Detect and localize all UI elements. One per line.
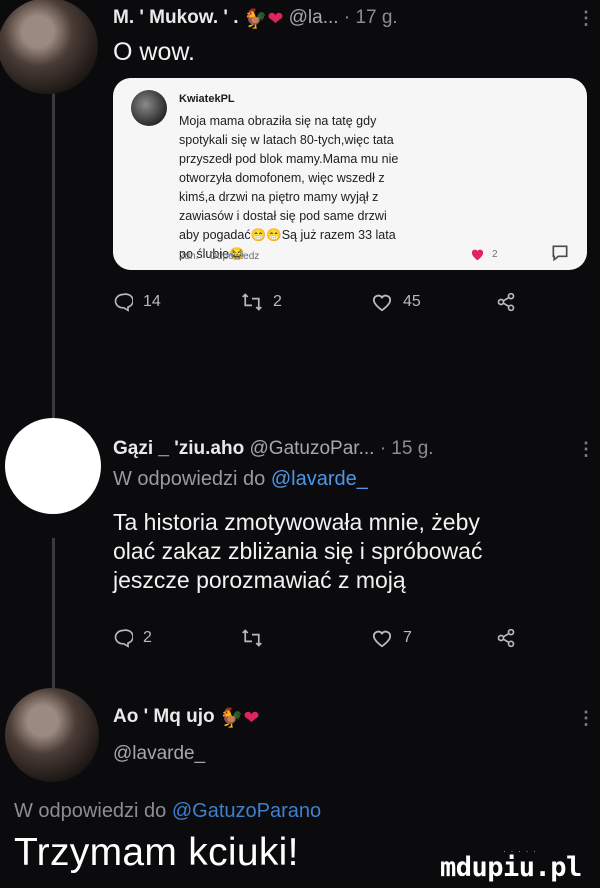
like-action[interactable]: 7 [371,628,496,648]
reply-to-line: W odpowiedzi do @GatuzoParano [14,800,321,823]
retweet-action[interactable] [241,628,371,648]
display-name[interactable]: Gązi _ 'ziu.aho [113,438,244,459]
card-text: Moja mama obraziła się na tatę gdy spoty… [179,112,579,264]
avatar[interactable] [5,688,99,782]
timestamp[interactable]: · 17 g. [344,7,398,28]
more-options-icon[interactable]: ⋮ [577,8,595,29]
share-action[interactable] [496,292,516,312]
text-line: jeszcze porozmawiać z moją [113,567,406,593]
user-handle[interactable]: @la... [289,7,339,28]
card-line: otworzyła domofonem, więc wszedł z [179,171,385,185]
avatar[interactable] [0,0,98,94]
card-line: zawiasów i dostał się pod same drzwi [179,209,387,223]
card-line: aby pogadać😁😁Są już razem 33 lata [179,228,396,242]
card-author-name: KwiatekPL [179,93,235,105]
more-options-icon[interactable]: ⋮ [577,439,595,460]
tweet-text: Ta historia zmotywowała mnie, żeby olać … [113,508,583,595]
reply-count: 14 [143,293,161,310]
tweet-actions: 14 2 45 [113,292,583,312]
retweet-count: 2 [273,293,282,310]
card-like-count: 2 [492,248,498,260]
tweet-header: Gązi _ 'ziu.aho @GatuzoPar... · 15 g. [113,438,434,460]
reply-action[interactable]: 14 [113,292,241,312]
card-reply-link[interactable]: Odpowiedz [209,251,259,262]
card-line: kimś,a drzwi na piętro mamy wyjął z [179,190,379,204]
heart-icon [372,630,392,648]
like-count: 45 [403,293,421,310]
reply-to-prefix: W odpowiedzi do [14,800,172,822]
rooster-heart-emoji: 🐓❤ [243,9,284,30]
reply-to-line: W odpowiedzi do @lavarde_ [113,468,368,491]
text-line: olać zakaz zbliżania się i spróbować [113,538,483,564]
reply-action[interactable]: 2 [113,628,241,648]
retweet-icon [242,629,262,647]
card-avatar [131,90,167,126]
thread-line-top [52,88,55,418]
user-handle[interactable]: @GatuzoPar... [250,438,375,459]
card-time: 2dn. [179,251,199,262]
avatar[interactable] [5,418,101,514]
share-action[interactable] [496,628,516,648]
card-reply-icon[interactable] [550,243,570,263]
reply-icon [114,629,133,648]
card-line: spotykali się w latach 80-tych,więc tata [179,133,394,147]
share-icon [497,292,515,312]
reply-icon [114,293,133,312]
card-line: przyszedł pod blok mamy.Mama mu nie [179,152,399,166]
reply-count: 2 [143,629,152,646]
thread-line-middle [52,538,55,688]
tweet-header: Ao ' Mq ujo 🐓❤ [113,706,259,728]
share-icon [497,628,515,648]
like-count: 7 [403,629,412,646]
tweet-header: M. ' Mukow. ' . 🐓❤ @la... · 17 g. [113,7,398,29]
more-options-icon[interactable]: ⋮ [577,708,595,729]
card-like[interactable]: 2 [470,247,498,261]
card-meta: 2dn. Odpowiedz [179,251,259,262]
retweet-action[interactable]: 2 [241,292,371,312]
timestamp[interactable]: · 15 g. [380,438,434,459]
heart-icon [372,294,392,312]
retweet-icon [242,293,262,311]
display-name[interactable]: Ao ' Mq ujo [113,706,215,727]
card-line: Moja mama obraziła się na tatę gdy [179,114,377,128]
reply-to-prefix: W odpowiedzi do [113,468,271,490]
quoted-reply-card[interactable]: KwiatekPL Moja mama obraziła się na tatę… [113,78,587,270]
text-line: Ta historia zmotywowała mnie, żeby [113,509,480,535]
rooster-heart-emoji: 🐓❤ [219,708,260,729]
like-action[interactable]: 45 [371,292,496,312]
tweet-text: O wow. [113,38,195,66]
heart-filled-icon [471,249,484,261]
user-handle[interactable]: @lavarde_ [113,743,205,764]
reply-to-mention[interactable]: @lavarde_ [271,468,368,490]
display-name[interactable]: M. ' Mukow. ' . [113,7,239,28]
user-handle-line: @lavarde_ [113,743,205,765]
watermark-logo: mdupiu.pl [440,852,582,883]
reply-to-mention[interactable]: @GatuzoParano [172,800,321,822]
tweet-text: Trzymam kciuki! [14,831,299,874]
tweet-actions: 2 7 [113,628,583,648]
